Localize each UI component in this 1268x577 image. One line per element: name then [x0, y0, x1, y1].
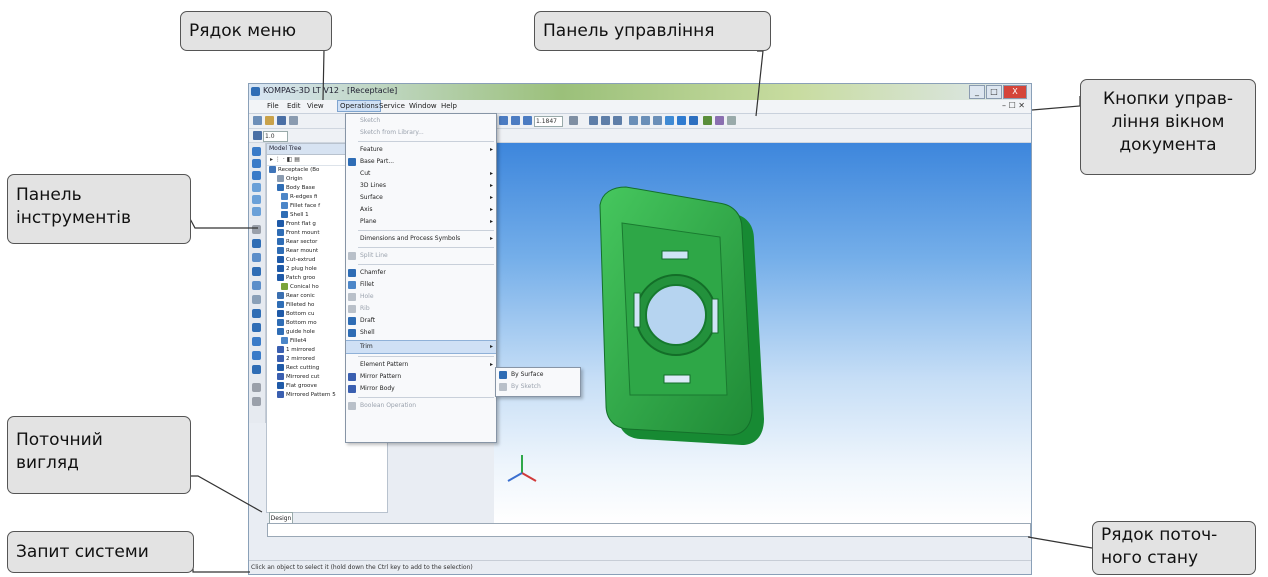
leader-menu-bar — [318, 49, 325, 101]
leader-system-prompt — [192, 567, 250, 573]
leader-control-panel — [755, 50, 764, 117]
leader-toolbar — [187, 214, 258, 229]
leader-window-buttons — [1031, 96, 1081, 111]
leader-current-view — [190, 475, 263, 513]
callout-menu-bar: Рядок меню — [180, 11, 332, 51]
callout-leaders — [187, 49, 1093, 573]
callout-toolbar: Панель інструментів — [7, 174, 191, 244]
leader-status-line — [1027, 536, 1093, 549]
callout-system-prompt: Запит системи — [7, 531, 194, 573]
callout-control-panel: Панель управління — [534, 11, 771, 51]
callout-current-view: Поточний вигляд — [7, 416, 191, 494]
callout-status-line: Рядок поточ- ного стану — [1092, 521, 1256, 575]
callout-window-buttons: Кнопки управ- ління вікном документа — [1080, 79, 1256, 175]
